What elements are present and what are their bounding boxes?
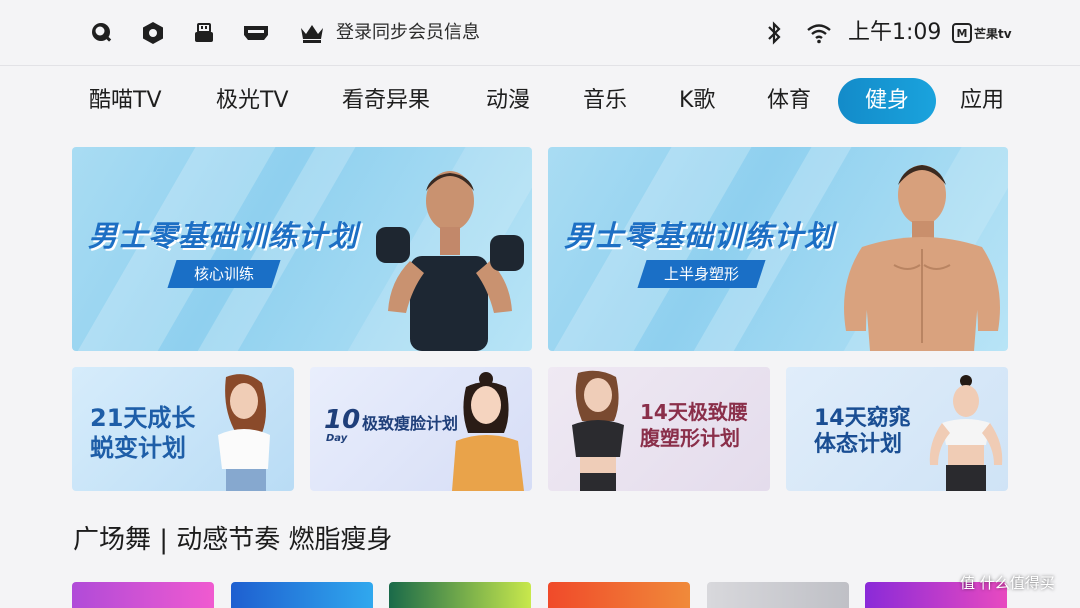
tab-apps[interactable]: 应用: [960, 78, 1004, 124]
tab-fitness[interactable]: 健身: [838, 78, 936, 124]
tab-sports[interactable]: 体育: [767, 78, 811, 124]
banner-tag: 核心训练: [167, 260, 281, 288]
card-face-slimming[interactable]: 10 Day 极致瘦脸计划: [310, 367, 532, 491]
hdmi-icon[interactable]: [243, 20, 269, 46]
crown-icon[interactable]: [299, 20, 325, 46]
status-bar: 登录同步会员信息 上午1:09 M 芒果tv: [0, 0, 1080, 66]
tab-kumiao-tv[interactable]: 酷喵TV: [89, 78, 162, 124]
category-tabs: 酷喵TV 极光TV 看奇异果 动漫 音乐 K歌 体育 健身 应用: [0, 78, 1080, 126]
banner-tag: 上半身塑形: [637, 260, 766, 288]
card-title-line1: 21天成长: [90, 404, 196, 432]
card-title-line2: 腹塑形计划: [640, 426, 740, 450]
tab-anime[interactable]: 动漫: [486, 78, 530, 124]
tab-kan-qiyiguo[interactable]: 看奇异果: [342, 78, 430, 124]
watermark-text: 值 什么值得买: [960, 574, 1055, 592]
banner-core-training[interactable]: 男士零基础训练计划 核心训练: [72, 147, 532, 351]
bluetooth-icon: [761, 20, 787, 46]
video-thumbnail[interactable]: [389, 582, 531, 608]
card-number: 10: [324, 405, 361, 435]
clock-time: 上午1:09: [848, 20, 942, 45]
banner-upper-body[interactable]: 男士零基础训练计划 上半身塑形: [548, 147, 1008, 351]
card-waist-abs-plan[interactable]: 14天极致腰 腹塑形计划: [548, 367, 770, 491]
video-thumbnail[interactable]: [707, 582, 849, 608]
card-posture-plan[interactable]: 14天窈窕 体态计划: [786, 367, 1008, 491]
card-title-line2: 体态计划: [814, 432, 903, 457]
login-sync-text[interactable]: 登录同步会员信息: [336, 20, 480, 46]
woman-figure-image: [572, 370, 624, 491]
woman-figure-image: [929, 375, 1003, 491]
tab-music[interactable]: 音乐: [583, 78, 627, 124]
mango-tv-logo: M 芒果tv: [952, 22, 1014, 44]
tab-karaoke[interactable]: K歌: [679, 78, 715, 124]
usb-drive-icon[interactable]: [191, 20, 217, 46]
tab-jiguang-tv[interactable]: 极光TV: [216, 78, 289, 124]
video-thumbnail[interactable]: [231, 582, 373, 608]
video-thumbnail[interactable]: [548, 582, 690, 608]
card-title: 极致瘦脸计划: [362, 414, 459, 433]
card-21-day-plan[interactable]: 21天成长 蜕变计划: [72, 367, 294, 491]
video-thumbnail[interactable]: [72, 582, 214, 608]
boxer-figure-image: [376, 171, 524, 351]
card-title-line2: 蜕变计划: [90, 434, 186, 462]
banner-headline: 男士零基础训练计划: [564, 219, 835, 253]
wifi-icon: [806, 20, 832, 46]
search-icon[interactable]: [89, 20, 115, 46]
woman-figure-image: [452, 372, 524, 491]
shirtless-man-figure-image: [844, 165, 1000, 351]
banner-headline: 男士零基础训练计划: [88, 219, 359, 253]
card-title-line1: 14天极致腰: [640, 400, 748, 424]
woman-figure-image: [218, 374, 270, 491]
section-title: 广场舞 | 动感节奏 燃脂瘦身: [73, 525, 393, 555]
settings-hexagon-icon[interactable]: [140, 20, 166, 46]
card-title-line1: 14天窈窕: [814, 406, 911, 431]
card-day-label: Day: [326, 433, 348, 444]
